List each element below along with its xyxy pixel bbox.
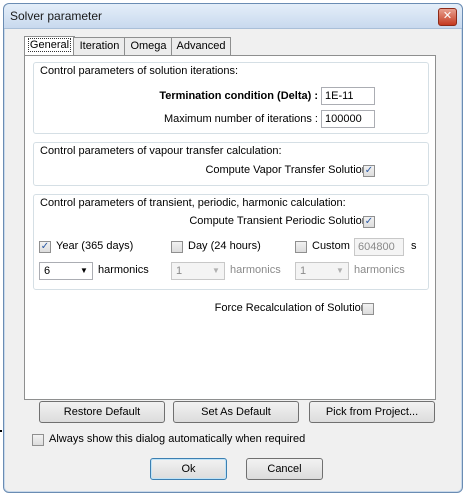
set-as-default-button[interactable]: Set As Default <box>173 401 299 423</box>
year-label: Year (365 days) <box>56 240 134 252</box>
always-show-label: Always show this dialog automatically wh… <box>49 433 306 445</box>
custom-harmonics-select[interactable]: 1 ▼ <box>295 262 349 280</box>
day-harmonics-select[interactable]: 1 ▼ <box>171 262 225 280</box>
tab-advanced[interactable]: Advanced <box>171 37 231 55</box>
custom-checkbox[interactable] <box>295 241 307 253</box>
custom-harmonics-label: harmonics <box>354 264 405 276</box>
group-title: Control parameters of solution iteration… <box>40 65 239 77</box>
solver-parameter-dialog: Solver parameter ✕ General Iteration Ome… <box>3 3 463 493</box>
max-iterations-label: Maximum number of iterations : <box>163 113 318 125</box>
tab-iteration[interactable]: Iteration <box>73 37 126 55</box>
custom-period-input[interactable]: 604800 <box>354 238 404 256</box>
termination-label: Termination condition (Delta) : <box>159 90 318 102</box>
group-title: Control parameters of transient, periodi… <box>40 197 346 209</box>
tab-omega[interactable]: Omega <box>124 37 173 55</box>
termination-input[interactable]: 1E-11 <box>321 87 375 105</box>
day-checkbox[interactable] <box>171 241 183 253</box>
tab-general[interactable]: General <box>24 36 75 56</box>
cancel-button[interactable]: Cancel <box>246 458 323 480</box>
transient-compute-checkbox[interactable]: ✓ <box>363 216 375 228</box>
chevron-down-icon: ▼ <box>212 266 220 275</box>
window-title: Solver parameter <box>10 9 103 23</box>
year-checkbox[interactable]: ✓ <box>39 241 51 253</box>
chevron-down-icon: ▼ <box>336 266 344 275</box>
force-recalc-label: Force Recalculation of Solution : <box>214 302 373 314</box>
solution-iterations-group: Control parameters of solution iteration… <box>33 62 429 134</box>
max-iterations-input[interactable]: 100000 <box>321 110 375 128</box>
transient-compute-label: Compute Transient Periodic Solution : <box>189 215 374 227</box>
group-title: Control parameters of vapour transfer ca… <box>40 145 282 157</box>
vapour-transfer-group: Control parameters of vapour transfer ca… <box>33 142 429 186</box>
check-icon: ✓ <box>40 241 50 252</box>
year-harmonics-label: harmonics <box>98 264 149 276</box>
always-show-checkbox[interactable] <box>32 434 44 446</box>
general-tab-panel: Control parameters of solution iteration… <box>24 55 436 400</box>
force-recalc-checkbox[interactable] <box>362 303 374 315</box>
vapour-compute-label: Compute Vapor Transfer Solution : <box>205 164 374 176</box>
chevron-down-icon: ▼ <box>80 266 88 275</box>
day-harmonics-label: harmonics <box>230 264 281 276</box>
stray-mark <box>0 430 2 432</box>
ok-button[interactable]: Ok <box>150 458 227 480</box>
restore-default-button[interactable]: Restore Default <box>39 401 165 423</box>
custom-unit-label: s <box>411 240 417 252</box>
custom-label: Custom <box>312 240 350 252</box>
pick-from-project-button[interactable]: Pick from Project... <box>309 401 435 423</box>
title-bar[interactable]: Solver parameter ✕ <box>4 4 462 29</box>
vapour-compute-checkbox[interactable]: ✓ <box>363 165 375 177</box>
check-icon: ✓ <box>364 216 374 227</box>
day-label: Day (24 hours) <box>188 240 261 252</box>
year-harmonics-select[interactable]: 6 ▼ <box>39 262 93 280</box>
close-icon: ✕ <box>442 10 453 22</box>
transient-group: Control parameters of transient, periodi… <box>33 194 429 290</box>
check-icon: ✓ <box>364 165 374 176</box>
close-button[interactable]: ✕ <box>438 8 457 26</box>
